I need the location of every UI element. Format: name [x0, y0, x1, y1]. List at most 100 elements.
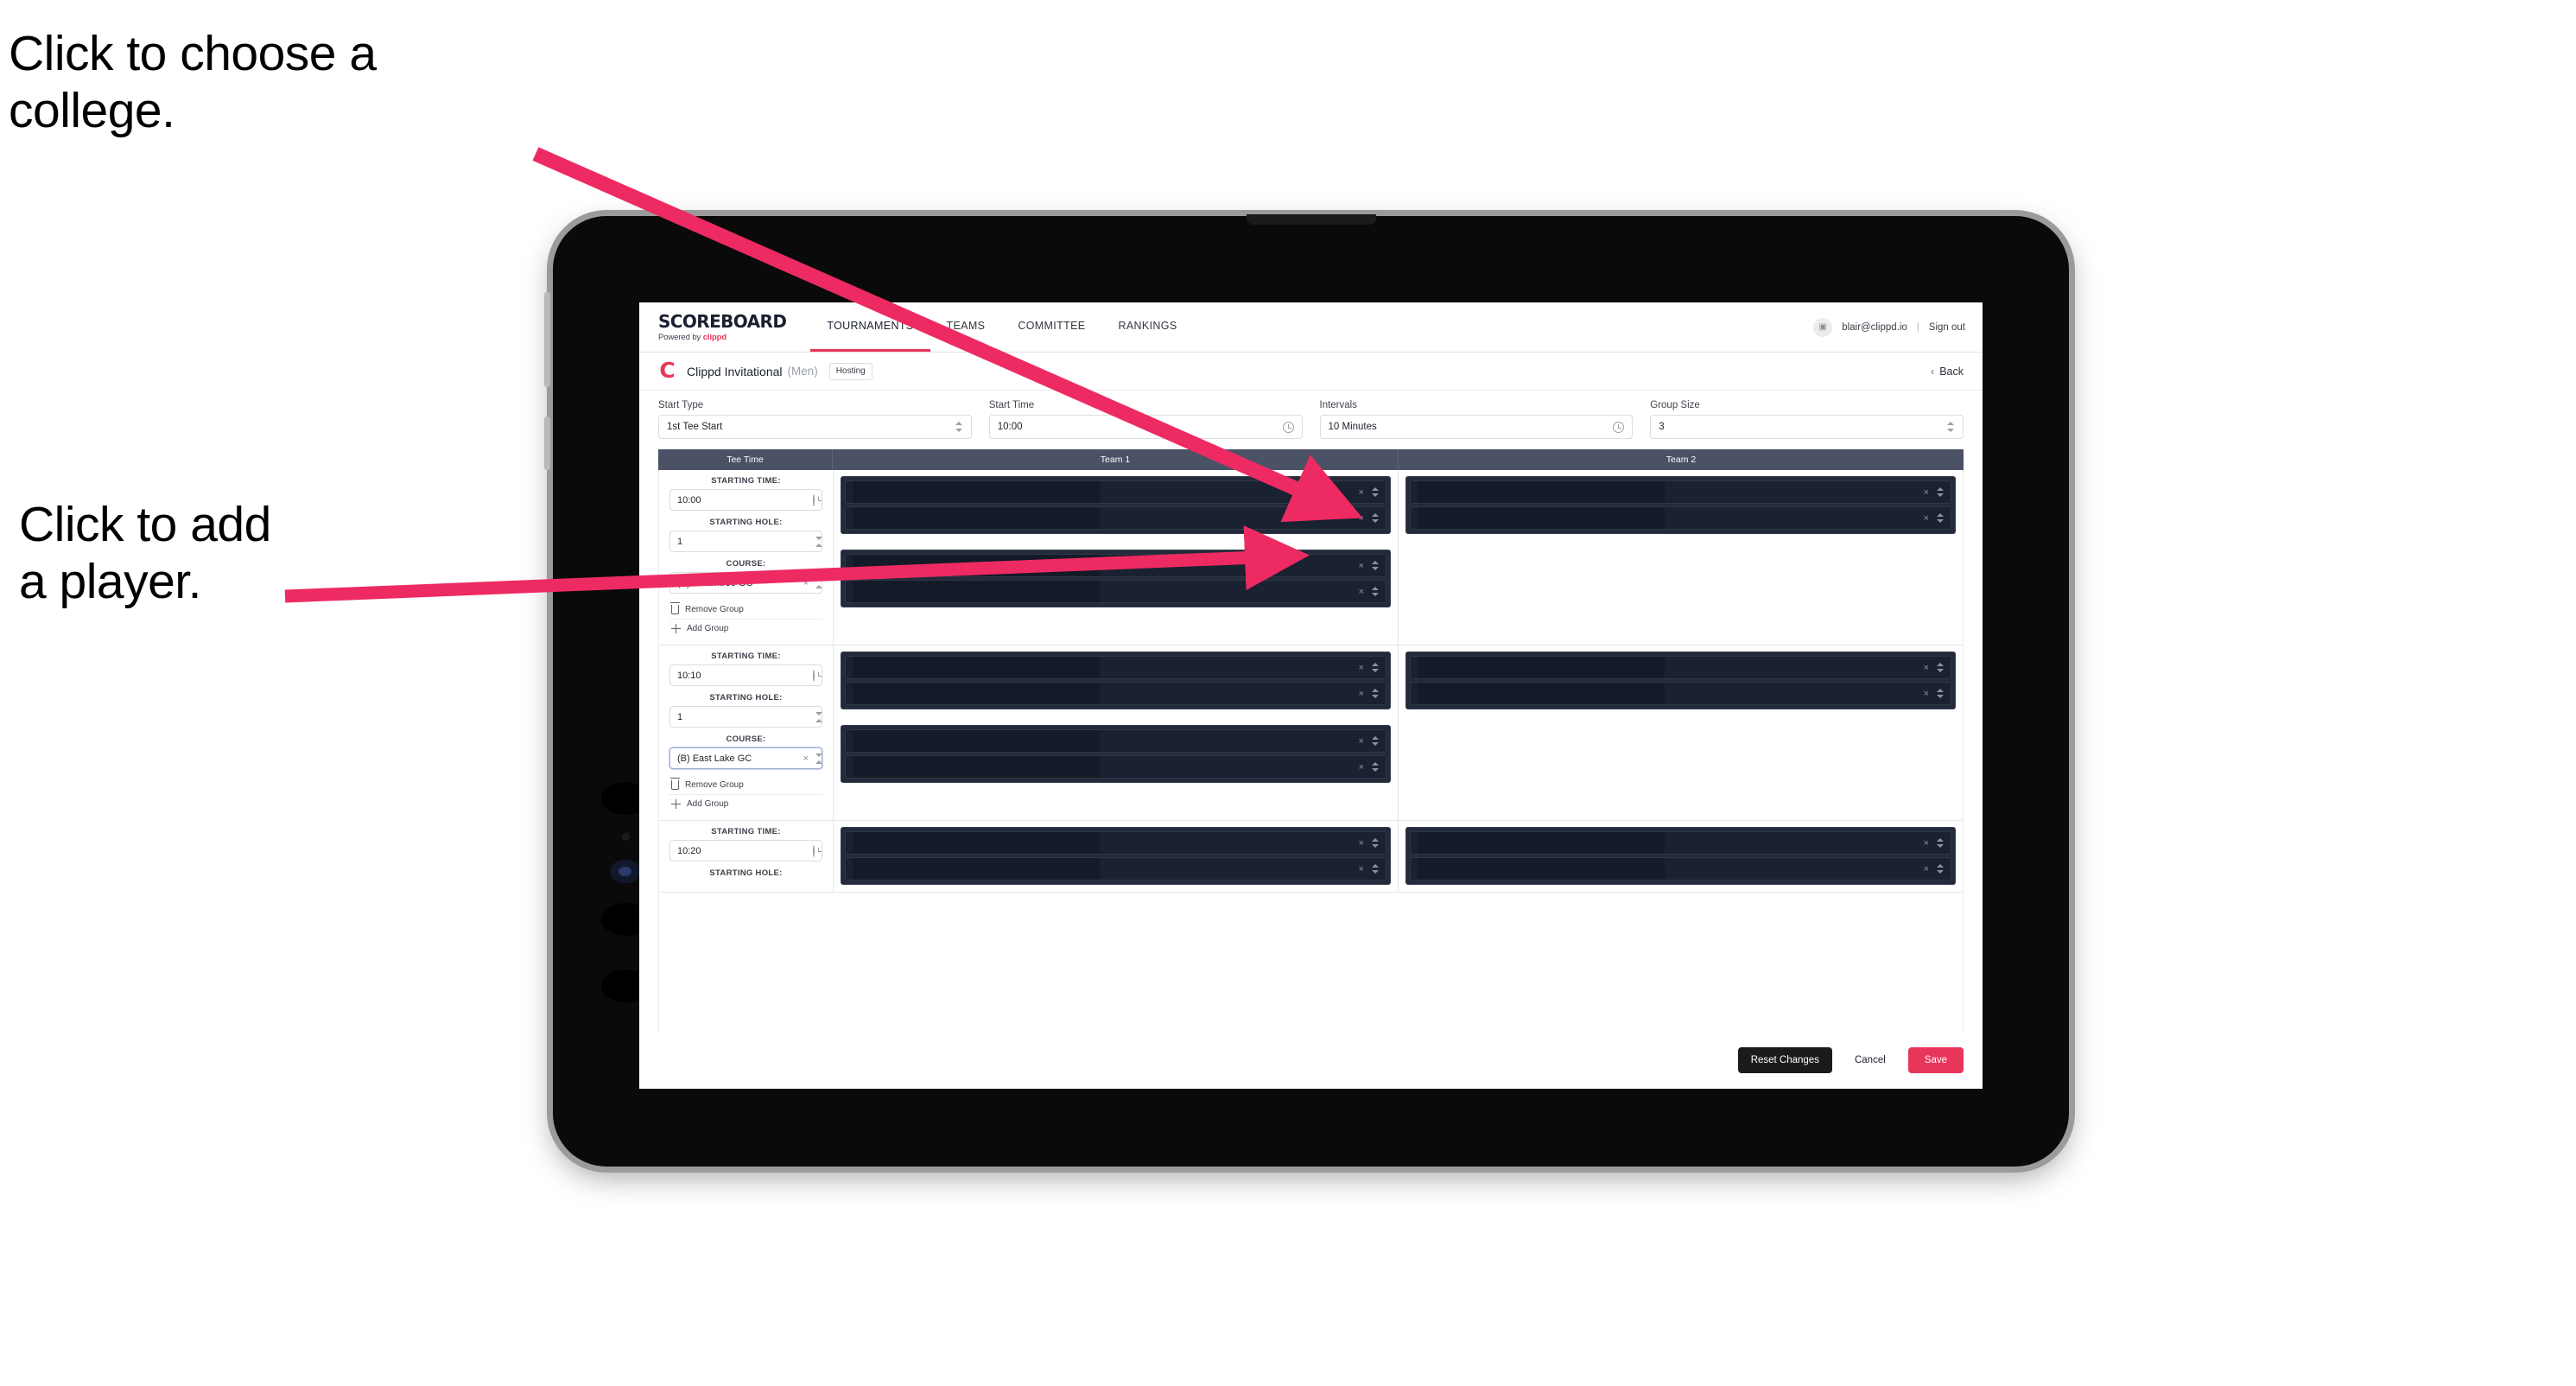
course-value: (A) Peachtree GC	[677, 577, 753, 588]
starting-time-input[interactable]: 10:10	[669, 664, 822, 686]
clock-icon[interactable]	[813, 844, 815, 857]
intervals-input[interactable]: 10 Minutes	[1319, 415, 1634, 439]
logo-subtitle-prefix: Powered by	[658, 332, 703, 342]
save-button[interactable]: Save	[1907, 1047, 1964, 1073]
remove-group-button[interactable]: Remove Group	[669, 776, 822, 795]
clear-icon[interactable]: ×	[1359, 663, 1364, 673]
add-group-button[interactable]: Add Group	[669, 795, 822, 813]
top-navigation-bar: SCOREBOARD Powered by clippd TOURNAMENTS…	[639, 302, 1983, 353]
player-slot[interactable]: ×	[845, 831, 1386, 855]
nav-item-tournaments[interactable]: TOURNAMENTS	[810, 302, 930, 352]
clock-icon[interactable]	[813, 669, 815, 682]
add-group-button[interactable]: Add Group	[669, 620, 822, 638]
stepper-icon[interactable]	[1936, 836, 1944, 849]
stepper-icon[interactable]	[1936, 661, 1944, 674]
starting-time-input[interactable]: 10:20	[669, 840, 822, 861]
player-slot[interactable]: ×	[845, 580, 1386, 603]
group-size-value: 3	[1659, 422, 1665, 432]
clear-icon[interactable]: ×	[1359, 864, 1364, 874]
clock-icon[interactable]	[1282, 421, 1294, 433]
player-slot[interactable]: ×	[845, 857, 1386, 881]
stepper-icon[interactable]	[1936, 687, 1944, 700]
nav-items: TOURNAMENTS TEAMS COMMITTEE RANKINGS	[810, 302, 1193, 352]
starting-hole-input[interactable]: 1	[669, 706, 822, 728]
player-name-redacted	[853, 832, 1101, 854]
clock-icon[interactable]	[813, 493, 815, 506]
volume-button[interactable]	[544, 416, 550, 470]
stepper-icon[interactable]	[1371, 486, 1379, 499]
clear-icon[interactable]: ×	[1924, 663, 1929, 673]
clear-icon[interactable]: ×	[1359, 487, 1364, 498]
start-time-input[interactable]: 10:00	[988, 415, 1303, 439]
player-slot[interactable]: ×	[1410, 682, 1951, 705]
avatar[interactable]: ▣	[1813, 317, 1833, 337]
clear-icon[interactable]: ×	[803, 753, 809, 764]
remove-group-button[interactable]: Remove Group	[669, 601, 822, 620]
stepper-icon[interactable]	[1371, 585, 1379, 598]
stepper-icon[interactable]	[1371, 559, 1379, 572]
starting-time-value: 10:20	[677, 845, 701, 856]
player-slot[interactable]: ×	[845, 729, 1386, 753]
stepper-icon[interactable]	[1371, 734, 1379, 747]
clear-icon[interactable]: ×	[1924, 689, 1929, 699]
starting-hole-input[interactable]: 1	[669, 531, 822, 552]
stepper-icon[interactable]	[1936, 486, 1944, 499]
add-group-label: Add Group	[687, 799, 729, 809]
clear-icon[interactable]: ×	[1359, 561, 1364, 571]
clear-icon[interactable]: ×	[1359, 838, 1364, 849]
table-row: STARTING TIME: 10:00 STARTING HOLE: 1 COURSE…	[659, 470, 1963, 645]
course-value: (B) East Lake GC	[677, 753, 752, 764]
stepper-icon[interactable]	[1371, 512, 1379, 525]
clear-icon[interactable]: ×	[1359, 762, 1364, 772]
nav-item-teams[interactable]: TEAMS	[930, 302, 1002, 352]
clock-icon[interactable]	[1613, 421, 1625, 433]
player-slot[interactable]: ×	[1410, 831, 1951, 855]
nav-item-rankings[interactable]: RANKINGS	[1101, 302, 1193, 352]
clear-icon[interactable]: ×	[803, 578, 809, 588]
player-slot[interactable]: ×	[845, 656, 1386, 679]
player-slot[interactable]: ×	[845, 554, 1386, 577]
power-button[interactable]	[544, 292, 550, 387]
player-slot[interactable]: ×	[1410, 656, 1951, 679]
scoreboard-logo[interactable]: SCOREBOARD Powered by clippd	[658, 302, 810, 352]
avatar-glyph-icon: ▣	[1818, 322, 1827, 332]
reset-changes-button[interactable]: Reset Changes	[1737, 1047, 1832, 1073]
player-slot[interactable]: ×	[845, 506, 1386, 530]
player-slot[interactable]: ×	[845, 480, 1386, 504]
player-slot[interactable]: ×	[1410, 857, 1951, 881]
stepper-icon[interactable]	[1946, 420, 1955, 434]
group-size-select[interactable]: 3	[1650, 415, 1964, 439]
cancel-button[interactable]: Cancel	[1839, 1047, 1901, 1073]
stepper-icon[interactable]	[1371, 687, 1379, 700]
plus-icon	[671, 624, 681, 633]
clear-icon[interactable]: ×	[1924, 838, 1929, 849]
stepper-icon[interactable]	[1936, 862, 1944, 875]
clear-icon[interactable]: ×	[1924, 513, 1929, 524]
player-name-redacted	[1418, 657, 1666, 678]
clear-icon[interactable]: ×	[1359, 587, 1364, 597]
course-input[interactable]: (A) Peachtree GC ×	[669, 572, 822, 594]
nav-item-committee[interactable]: COMMITTEE	[1001, 302, 1101, 352]
stepper-icon[interactable]	[1371, 661, 1379, 674]
player-slot[interactable]: ×	[1410, 480, 1951, 504]
player-slot[interactable]: ×	[1410, 506, 1951, 530]
starting-time-label: STARTING TIME:	[711, 476, 781, 486]
stepper-icon[interactable]	[1936, 512, 1944, 525]
cell-team-1: × ×	[834, 821, 1399, 892]
clear-icon[interactable]: ×	[1359, 736, 1364, 747]
sign-out-link[interactable]: Sign out	[1929, 322, 1965, 333]
stepper-icon[interactable]	[1371, 862, 1379, 875]
stepper-icon[interactable]	[1371, 760, 1379, 773]
clear-icon[interactable]: ×	[1359, 689, 1364, 699]
starting-time-input[interactable]: 10:00	[669, 489, 822, 511]
stepper-icon[interactable]	[955, 420, 963, 434]
stepper-icon[interactable]	[1371, 836, 1379, 849]
course-input[interactable]: (B) East Lake GC ×	[669, 747, 822, 769]
clear-icon[interactable]: ×	[1924, 487, 1929, 498]
clear-icon[interactable]: ×	[1924, 864, 1929, 874]
start-type-select[interactable]: 1st Tee Start	[658, 415, 972, 439]
clear-icon[interactable]: ×	[1359, 513, 1364, 524]
player-slot[interactable]: ×	[845, 755, 1386, 779]
back-button[interactable]: ‹ Back	[1931, 365, 1964, 378]
player-slot[interactable]: ×	[845, 682, 1386, 705]
